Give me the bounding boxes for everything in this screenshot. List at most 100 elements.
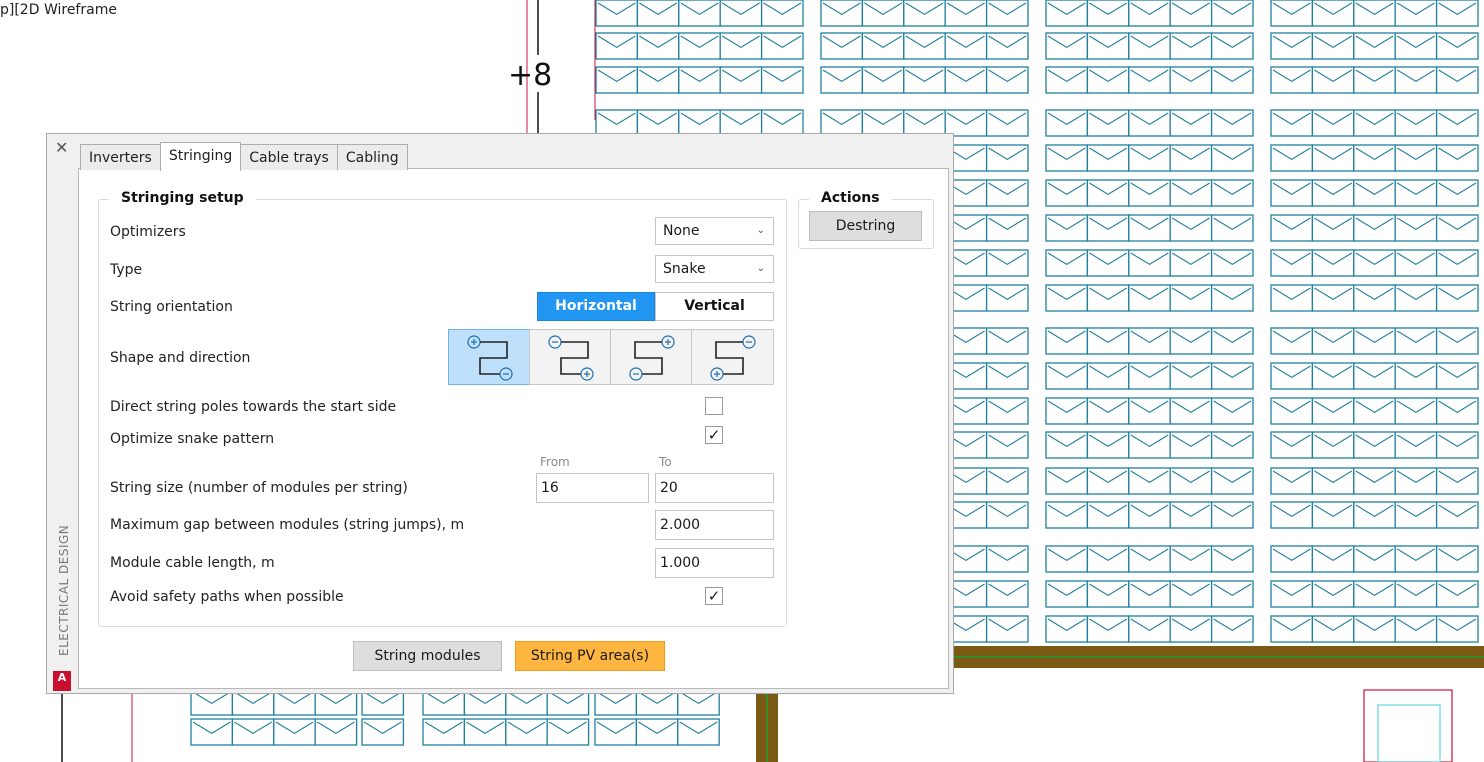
pv-module — [1394, 214, 1438, 242]
pv-module — [595, 66, 639, 94]
pv-module — [985, 580, 1029, 608]
string-size-to-input[interactable]: 20 — [655, 473, 774, 503]
max-gap-label: Maximum gap between modules (string jump… — [110, 517, 465, 533]
pv-module — [1394, 397, 1438, 425]
pv-module — [1128, 214, 1171, 242]
pv-module — [985, 327, 1029, 355]
pv-module — [985, 362, 1029, 390]
pv-module — [1311, 615, 1355, 643]
pv-module — [1435, 32, 1479, 60]
pv-module — [1311, 431, 1355, 459]
tab-cable-trays[interactable]: Cable trays — [240, 144, 338, 170]
pv-module — [1210, 397, 1254, 425]
destring-button[interactable]: Destring — [809, 211, 922, 241]
shape-option-2[interactable] — [529, 329, 611, 385]
pv-module — [1270, 144, 1314, 172]
pv-module — [719, 32, 763, 60]
pv-module — [1086, 397, 1130, 425]
pv-module — [595, 32, 639, 60]
pv-module — [1210, 179, 1254, 207]
string-size-from-input[interactable]: 16 — [536, 473, 649, 503]
inverter-station — [1363, 689, 1453, 762]
pv-module — [760, 66, 804, 94]
pv-module — [861, 66, 905, 94]
pv-module — [1045, 32, 1089, 60]
pv-module — [1169, 467, 1213, 495]
tab-cabling[interactable]: Cabling — [336, 144, 408, 170]
pv-module — [1270, 66, 1314, 94]
pv-module — [1270, 501, 1314, 529]
pv-module — [1270, 545, 1314, 573]
string-size-label: String size (number of modules per strin… — [110, 480, 408, 496]
pv-module — [1169, 397, 1213, 425]
pv-module — [1311, 362, 1355, 390]
pv-module — [985, 501, 1029, 529]
direct-poles-checkbox[interactable] — [705, 397, 723, 415]
palette-side-strip[interactable]: ✕ ELECTRICAL DESIGN A — [47, 134, 77, 693]
pv-module — [1311, 580, 1355, 608]
pv-module — [1086, 615, 1130, 643]
pv-module — [1086, 362, 1130, 390]
pv-module — [820, 66, 864, 94]
tab-inverters[interactable]: Inverters — [80, 144, 161, 170]
shape-option-1[interactable] — [448, 329, 530, 385]
pv-module — [636, 32, 680, 60]
type-dropdown[interactable]: Snake ⌄ — [655, 255, 774, 283]
pv-module — [1086, 467, 1130, 495]
pv-module — [903, 32, 946, 60]
pv-module — [1353, 179, 1396, 207]
pv-module — [1270, 327, 1314, 355]
pv-module — [1353, 431, 1396, 459]
shape-option-3[interactable] — [610, 329, 692, 385]
string-pv-areas-button[interactable]: String PV area(s) — [515, 641, 665, 671]
optimize-snake-checkbox[interactable]: ✓ — [705, 426, 723, 444]
pv-module — [231, 718, 275, 746]
pv-module — [903, 0, 946, 27]
pv-module — [678, 0, 721, 27]
pv-module — [1270, 615, 1314, 643]
avoid-safety-paths-checkbox[interactable]: ✓ — [705, 587, 723, 605]
type-value: Snake — [663, 261, 706, 277]
pv-module — [1169, 144, 1213, 172]
shape-option-4[interactable] — [691, 329, 774, 385]
grid-marker-label: +8 — [508, 58, 553, 93]
tab-bar: Inverters Stringing Cable trays Cabling — [80, 142, 408, 171]
orientation-vertical-button[interactable]: Vertical — [655, 292, 774, 321]
viewport-label[interactable]: p][2D Wireframe — [0, 2, 117, 18]
pv-module — [1394, 431, 1438, 459]
pv-module — [1353, 0, 1396, 27]
pv-module — [985, 179, 1029, 207]
tab-stringing[interactable]: Stringing — [159, 142, 242, 171]
orientation-horizontal-button[interactable]: Horizontal — [537, 292, 655, 321]
optimizers-dropdown[interactable]: None ⌄ — [655, 217, 774, 245]
cable-length-input[interactable]: 1.000 — [655, 548, 774, 578]
pv-module — [1353, 214, 1396, 242]
pv-module — [1270, 467, 1314, 495]
pv-module — [505, 718, 548, 746]
optimize-snake-label: Optimize snake pattern — [110, 431, 275, 447]
string-modules-button[interactable]: String modules — [353, 641, 502, 671]
pv-module — [1128, 362, 1171, 390]
pv-module — [1435, 179, 1479, 207]
max-gap-input[interactable]: 2.000 — [655, 510, 774, 540]
pv-module — [1311, 501, 1355, 529]
pv-module — [1394, 545, 1438, 573]
pv-module — [1353, 66, 1396, 94]
pv-module — [1128, 0, 1171, 27]
shape-direction-label: Shape and direction — [110, 350, 251, 366]
close-icon[interactable]: ✕ — [55, 138, 68, 157]
pv-module — [463, 718, 507, 746]
pv-module — [719, 0, 763, 27]
pv-module — [1394, 362, 1438, 390]
pv-module — [1169, 431, 1213, 459]
pv-module — [1210, 431, 1254, 459]
pv-module — [985, 32, 1029, 60]
pv-module — [1270, 362, 1314, 390]
pv-module — [1353, 362, 1396, 390]
pv-module — [1353, 615, 1396, 643]
pv-module — [1394, 66, 1438, 94]
pv-module — [1394, 249, 1438, 277]
actions-title: Actions — [809, 190, 892, 206]
pv-module — [1086, 327, 1130, 355]
pv-module — [903, 66, 946, 94]
